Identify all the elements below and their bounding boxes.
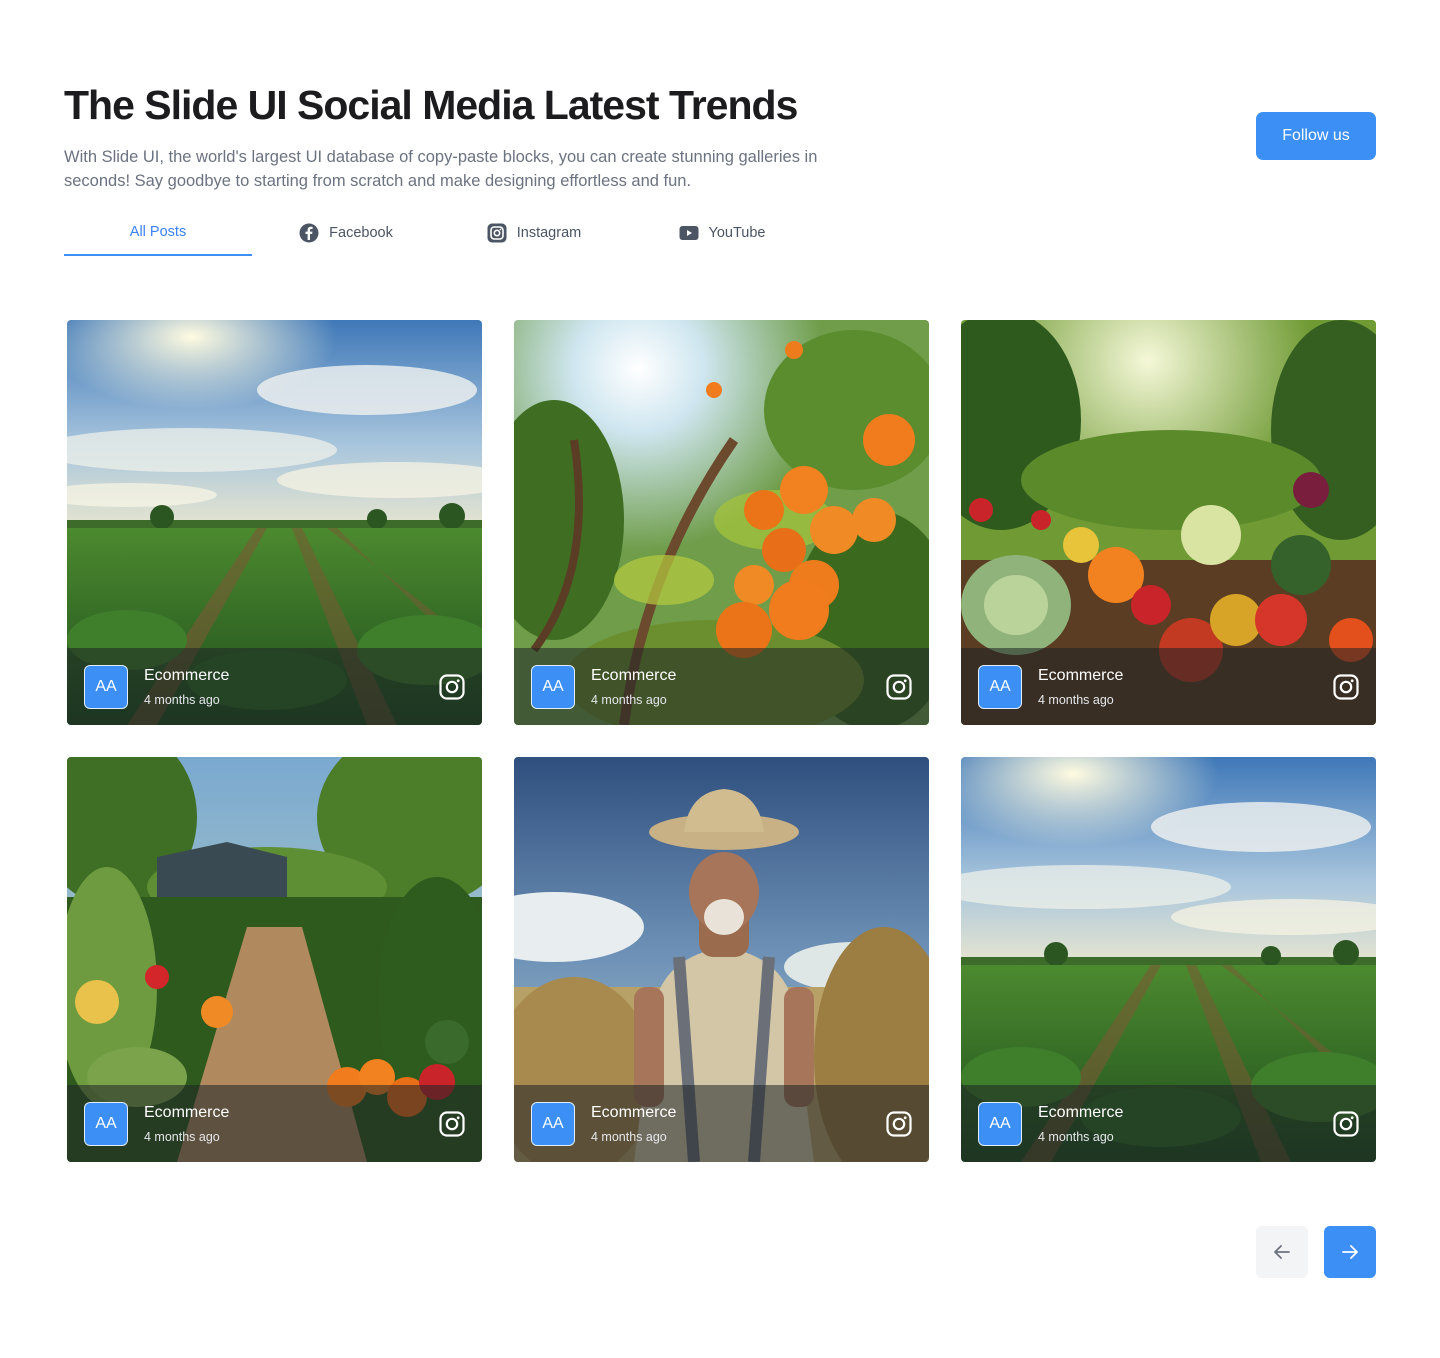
post-footer: AA Ecommerce 4 months ago — [67, 1085, 482, 1162]
instagram-icon — [439, 1111, 465, 1137]
follow-us-button[interactable]: Follow us — [1256, 112, 1376, 160]
avatar: AA — [978, 665, 1022, 709]
tab-bar: All Posts Facebook Instagram YouTube — [64, 210, 816, 256]
post-time: 4 months ago — [591, 693, 667, 707]
avatar: AA — [978, 1102, 1022, 1146]
tab-label: All Posts — [129, 224, 187, 240]
avatar: AA — [84, 665, 128, 709]
post-footer: AA Ecommerce 4 months ago — [514, 1085, 929, 1162]
tab-youtube[interactable]: YouTube — [628, 210, 816, 256]
instagram-icon — [1333, 674, 1359, 700]
tab-facebook[interactable]: Facebook — [252, 210, 440, 256]
page-description: With Slide UI, the world's largest UI da… — [64, 148, 818, 190]
tab-all-posts[interactable]: All Posts — [64, 210, 252, 256]
avatar: AA — [531, 1102, 575, 1146]
post-card[interactable]: AA Ecommerce 4 months ago — [961, 320, 1376, 725]
post-footer: AA Ecommerce 4 months ago — [67, 648, 482, 725]
instagram-icon — [439, 674, 465, 700]
instagram-icon — [487, 223, 507, 243]
post-author: Ecommerce — [144, 667, 230, 684]
post-time: 4 months ago — [1038, 1130, 1114, 1144]
post-card[interactable]: AA Ecommerce 4 months ago — [514, 320, 929, 725]
avatar: AA — [84, 1102, 128, 1146]
tab-label: Facebook — [329, 225, 393, 241]
tab-label: Instagram — [516, 225, 582, 241]
arrow-right-icon — [1342, 1245, 1358, 1259]
post-card[interactable]: AA Ecommerce 4 months ago — [67, 757, 482, 1162]
post-time: 4 months ago — [144, 693, 220, 707]
post-time: 4 months ago — [591, 1130, 667, 1144]
post-card[interactable]: AA Ecommerce 4 months ago — [67, 320, 482, 725]
youtube-icon — [679, 223, 699, 243]
previous-page-button[interactable] — [1256, 1226, 1308, 1278]
page-title: The Slide UI Social Media Latest Trends — [64, 82, 798, 128]
post-footer: AA Ecommerce 4 months ago — [961, 1085, 1376, 1162]
post-card[interactable]: AA Ecommerce 4 months ago — [961, 757, 1376, 1162]
post-footer: AA Ecommerce 4 months ago — [514, 648, 929, 725]
post-author: Ecommerce — [1038, 1104, 1124, 1121]
avatar: AA — [531, 665, 575, 709]
post-card[interactable]: AA Ecommerce 4 months ago — [514, 757, 929, 1162]
facebook-icon — [299, 223, 319, 243]
arrow-left-icon — [1274, 1245, 1290, 1259]
post-time: 4 months ago — [144, 1130, 220, 1144]
instagram-icon — [1333, 1111, 1359, 1137]
post-footer: AA Ecommerce 4 months ago — [961, 648, 1376, 725]
instagram-icon — [886, 1111, 912, 1137]
next-page-button[interactable] — [1324, 1226, 1376, 1278]
tab-label: YouTube — [708, 225, 766, 241]
post-author: Ecommerce — [591, 667, 677, 684]
post-author: Ecommerce — [144, 1104, 230, 1121]
post-time: 4 months ago — [1038, 693, 1114, 707]
post-author: Ecommerce — [1038, 667, 1124, 684]
post-author: Ecommerce — [591, 1104, 677, 1121]
instagram-icon — [886, 674, 912, 700]
tab-instagram[interactable]: Instagram — [440, 210, 628, 256]
